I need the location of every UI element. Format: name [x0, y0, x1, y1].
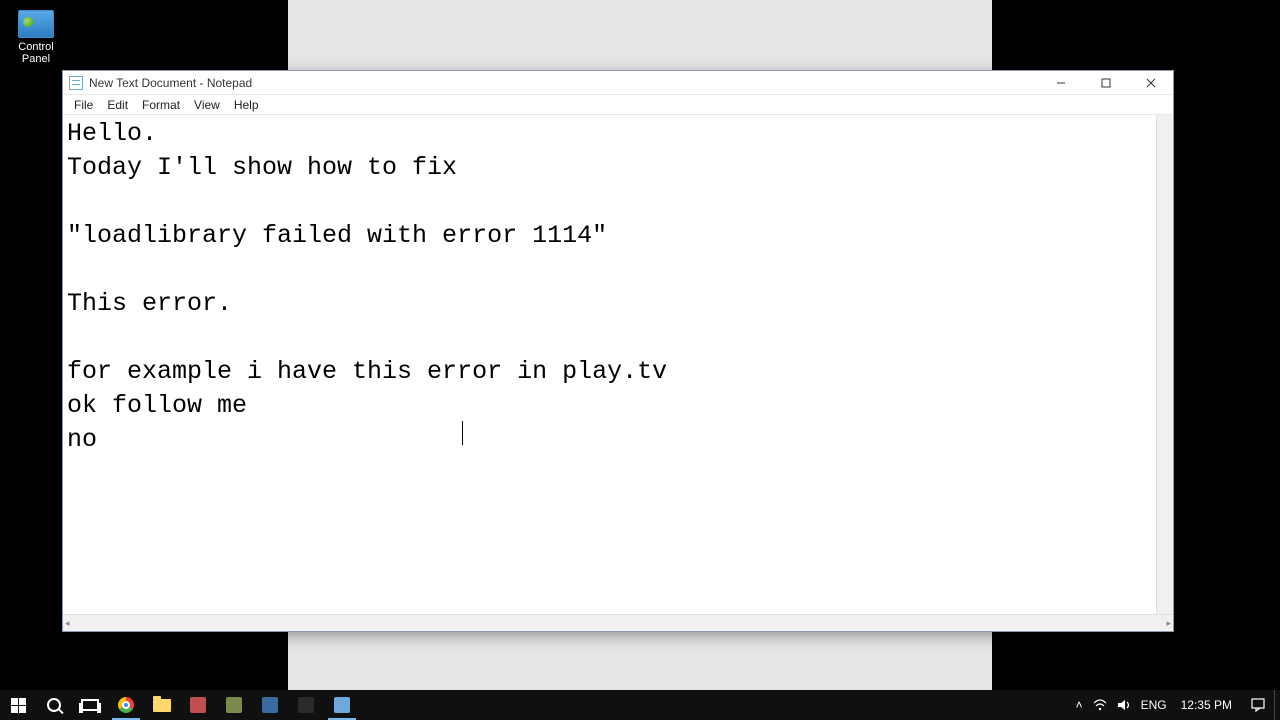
- close-icon: [1146, 78, 1156, 88]
- notepad-icon: [69, 76, 83, 90]
- action-center-button[interactable]: [1242, 690, 1274, 720]
- windows-icon: [11, 698, 26, 713]
- taskbar-clock[interactable]: 12:35 PM: [1171, 690, 1242, 720]
- notepad-window: New Text Document - Notepad File Edit Fo…: [62, 70, 1174, 632]
- editor-area: Hello. Today I'll show how to fix "loadl…: [63, 115, 1173, 614]
- taskbar-app-5[interactable]: [252, 690, 288, 720]
- menu-file[interactable]: File: [67, 97, 100, 113]
- search-button[interactable]: [36, 690, 72, 720]
- text-editor[interactable]: Hello. Today I'll show how to fix "loadl…: [63, 115, 1156, 614]
- folder-icon: [153, 699, 171, 712]
- app-icon: [298, 697, 314, 713]
- tray-volume-button[interactable]: [1117, 698, 1131, 712]
- close-button[interactable]: [1128, 71, 1173, 94]
- wifi-icon: [1093, 698, 1107, 712]
- notification-icon: [1251, 698, 1265, 712]
- window-controls: [1038, 71, 1173, 94]
- titlebar[interactable]: New Text Document - Notepad: [63, 71, 1173, 95]
- menu-edit[interactable]: Edit: [100, 97, 135, 113]
- desktop-icon-control-panel[interactable]: Control Panel: [8, 10, 64, 65]
- app-icon: [190, 697, 206, 713]
- start-button[interactable]: [0, 690, 36, 720]
- taskbar-app-chrome[interactable]: [108, 690, 144, 720]
- task-view-icon: [81, 699, 99, 711]
- control-panel-icon: [18, 10, 54, 38]
- search-icon: [47, 698, 61, 712]
- taskbar-app-explorer[interactable]: [144, 690, 180, 720]
- taskbar-app-6[interactable]: [288, 690, 324, 720]
- taskbar-app-3[interactable]: [180, 690, 216, 720]
- menu-format[interactable]: Format: [135, 97, 187, 113]
- tray-overflow-button[interactable]: ˄: [1076, 698, 1083, 712]
- notepad-taskbar-icon: [334, 697, 350, 713]
- maximize-button[interactable]: [1083, 71, 1128, 94]
- minimize-icon: [1056, 78, 1066, 88]
- maximize-icon: [1101, 78, 1111, 88]
- taskbar: ˄ ENG 12:35 PM: [0, 690, 1280, 720]
- menu-view[interactable]: View: [187, 97, 227, 113]
- minimize-button[interactable]: [1038, 71, 1083, 94]
- chrome-icon: [118, 697, 134, 713]
- show-desktop-button[interactable]: [1274, 690, 1280, 720]
- taskbar-app-4[interactable]: [216, 690, 252, 720]
- tray-language-button[interactable]: ENG: [1141, 698, 1167, 712]
- window-title: New Text Document - Notepad: [89, 76, 1038, 90]
- taskbar-app-notepad[interactable]: [324, 690, 360, 720]
- menubar: File Edit Format View Help: [63, 95, 1173, 115]
- taskbar-spacer: [360, 690, 1066, 720]
- horizontal-scrollbar[interactable]: ◂ ▸: [63, 614, 1173, 631]
- scroll-left-icon: ◂: [65, 618, 70, 629]
- speaker-icon: [1117, 698, 1131, 712]
- scroll-right-icon: ▸: [1166, 618, 1171, 629]
- desktop-icon-label: Control Panel: [8, 41, 64, 65]
- chevron-up-icon: ˄: [1076, 698, 1083, 712]
- menu-help[interactable]: Help: [227, 97, 266, 113]
- app-icon: [226, 697, 242, 713]
- app-icon: [262, 697, 278, 713]
- tray-network-button[interactable]: [1093, 698, 1107, 712]
- vertical-scrollbar[interactable]: [1156, 115, 1173, 614]
- system-tray: ˄ ENG: [1066, 690, 1171, 720]
- task-view-button[interactable]: [72, 690, 108, 720]
